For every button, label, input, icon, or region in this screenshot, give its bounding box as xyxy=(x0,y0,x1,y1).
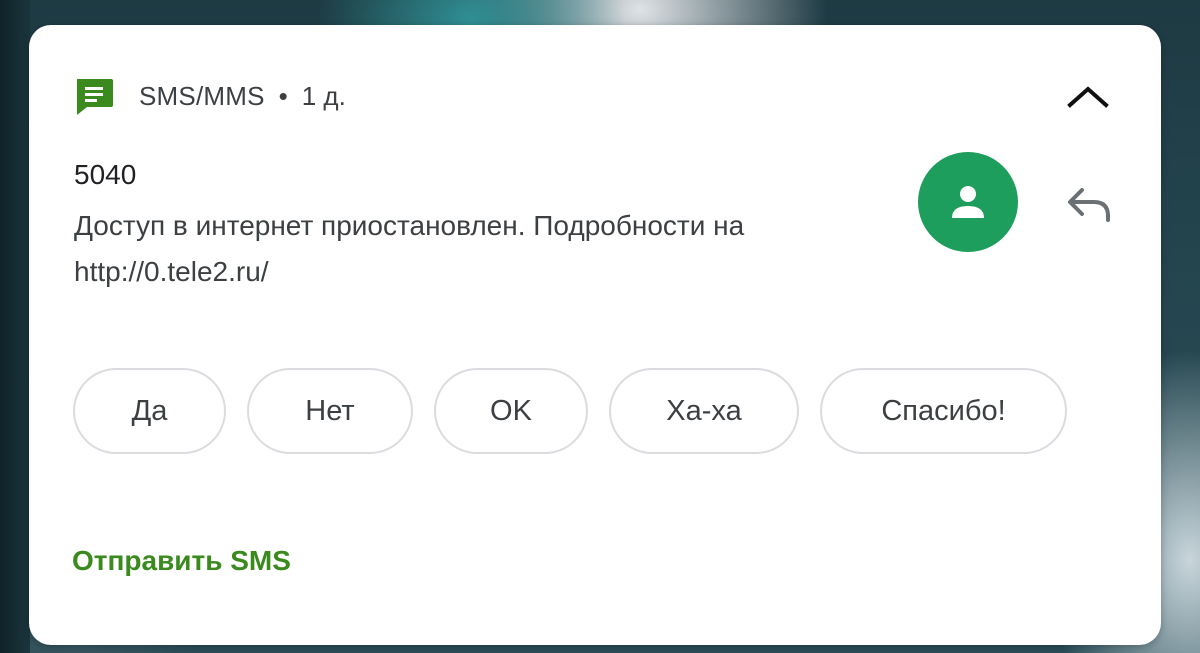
header-separator: • xyxy=(278,80,288,111)
message-body: Доступ в интернет приостановлен. Подробн… xyxy=(74,203,904,295)
notification-header: SMS/MMS • 1 д. xyxy=(73,73,346,119)
collapse-button[interactable] xyxy=(1059,73,1117,119)
person-icon xyxy=(952,186,984,218)
reply-button[interactable] xyxy=(1059,177,1119,231)
message-line: Доступ в интернет приостановлен. Подробн… xyxy=(74,210,745,241)
smart-replies: Да Нет OK Ха-ха Спасибо! xyxy=(73,368,1067,458)
sms-notification[interactable]: SMS/MMS • 1 д. 5040 Доступ в интернет пр… xyxy=(29,25,1161,645)
smart-reply-chip[interactable]: Нет xyxy=(247,368,413,454)
smart-reply-chip[interactable]: OK xyxy=(434,368,588,454)
wallpaper xyxy=(0,0,30,653)
sender-number: 5040 xyxy=(74,159,137,190)
contact-avatar xyxy=(918,152,1018,252)
messages-app-icon xyxy=(77,79,113,115)
smart-reply-chip[interactable]: Спасибо! xyxy=(820,368,1067,454)
smart-reply-chip[interactable]: Да xyxy=(73,368,226,454)
app-name: SMS/MMS xyxy=(139,80,265,111)
message-link[interactable]: http://0.tele2.ru/ xyxy=(74,249,904,295)
reply-icon xyxy=(1068,188,1110,222)
send-sms-action[interactable]: Отправить SMS xyxy=(72,545,291,577)
chevron-up-icon xyxy=(1067,86,1109,108)
smart-reply-chip[interactable]: Ха-ха xyxy=(609,368,799,454)
notification-timestamp: 1 д. xyxy=(301,80,346,111)
